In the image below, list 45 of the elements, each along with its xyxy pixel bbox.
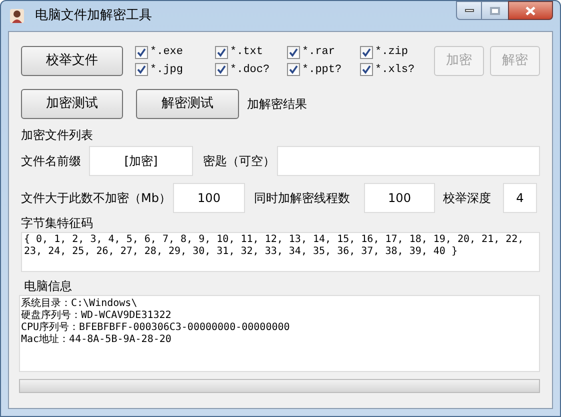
checkbox[interactable] — [360, 46, 373, 59]
file-list-label: 加密文件列表 — [21, 127, 93, 144]
threads-field[interactable]: 100 — [364, 183, 435, 213]
depth-field[interactable]: 4 — [503, 183, 537, 213]
checkbox-label: *.zip — [375, 45, 408, 60]
field-label: 密匙（可空） — [203, 153, 276, 170]
button[interactable]: 加密测试 — [21, 89, 123, 119]
signature-field[interactable]: { 0, 1, 2, 3, 4, 5, 6, 7, 8, 9, 10, 11, 12, 13, 14, 15, 16, 17, 18, 19, 20, 21, 22, 23, 24, 25, 26, 27, 28, 29, 30, 31, 32, 33, 34, 35, 36, 37, 38, 39, 40 } — [21, 232, 540, 272]
size-limit-field[interactable]: 100 — [173, 183, 245, 213]
button[interactable]: 校举文件 — [21, 46, 123, 76]
maximize-button[interactable] — [482, 1, 508, 20]
checkbox[interactable] — [215, 63, 228, 76]
signature-label: 字节集特征码 — [21, 215, 93, 232]
close-icon — [525, 6, 536, 16]
checkbox-label: *.exe — [150, 45, 184, 60]
checkbox[interactable] — [135, 46, 148, 59]
checkbox-label: *.doc? — [230, 62, 270, 78]
checkbox-label: *.ppt? — [302, 62, 342, 78]
info-label: 电脑信息 — [24, 278, 72, 295]
app-icon — [9, 8, 25, 24]
checkbox-label: *.txt — [230, 45, 264, 60]
checkbox[interactable] — [287, 46, 300, 59]
checkbox[interactable] — [360, 63, 373, 76]
field-label: 同时加解密线程数 — [254, 190, 351, 207]
checkbox-label: *.xls? — [375, 62, 415, 78]
info-field[interactable]: 系统目录：C:\Windows\ 硬盘序列号：WD-WCAV9DE31322 CPU序列号：BFEBFBFF-000306C3-00000000-00000000 Mac地址：44-8A-5B-9A-28-20 — [19, 295, 540, 372]
info-line: CPU序列号：BFEBFBFF-000306C3-00000000-00000000 — [21, 322, 290, 334]
button[interactable]: 解密测试 — [136, 89, 239, 119]
checkbox-label: *.rar — [302, 45, 336, 60]
close-button[interactable] — [508, 1, 553, 20]
key-field[interactable] — [277, 146, 540, 176]
window-title: 电脑文件加解密工具 — [35, 7, 152, 26]
checkbox-label: *.jpg — [150, 62, 184, 78]
field-label: 文件名前缀 — [21, 153, 82, 170]
checkbox[interactable] — [215, 46, 228, 59]
result-label: 加解密结果 — [247, 96, 307, 113]
prefix-field[interactable]: [加密] — [89, 146, 193, 176]
info-line: Mac地址：44-8A-5B-9A-28-20 — [21, 334, 172, 346]
checkbox[interactable] — [135, 63, 148, 76]
info-line: 硬盘序列号：WD-WCAV9DE31322 — [21, 310, 172, 322]
info-line: 系统目录：C:\Windows\ — [21, 298, 138, 310]
minimize-button[interactable] — [456, 1, 482, 20]
field-label: 文件大于此数不加密（Mb） — [21, 190, 172, 207]
checkbox[interactable] — [287, 63, 300, 76]
field-label: 校举深度 — [443, 190, 492, 207]
